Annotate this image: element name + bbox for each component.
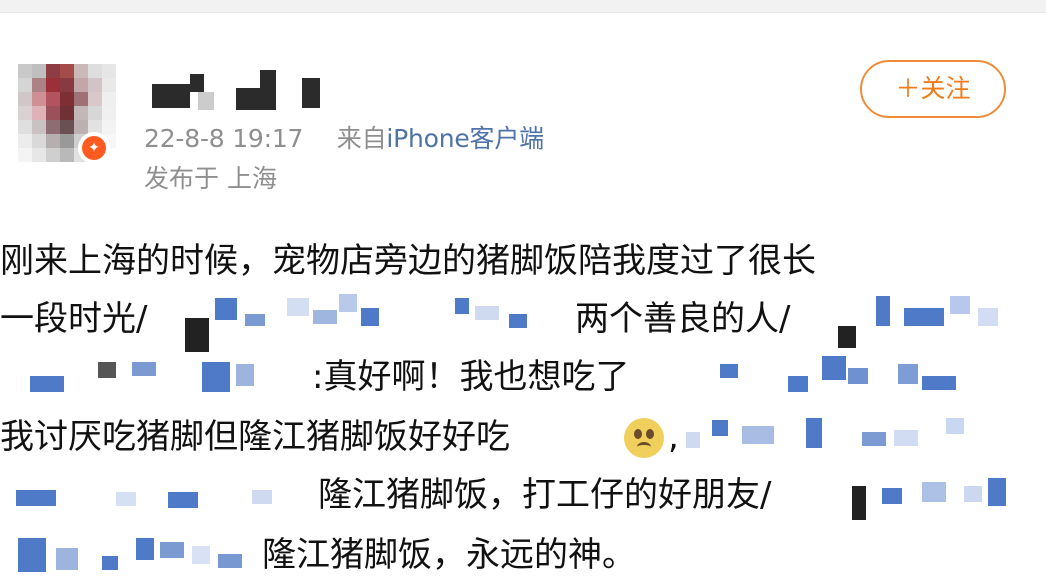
redacted-mention-2 (838, 290, 1008, 348)
post-content: 刚来上海的时候，宠物店旁边的猪脚饭陪我度过了很长 一段时光/ 两个善良的人/:… (0, 222, 1046, 575)
post-meta: 22-8-8 19:17 来自iPhone客户端 (144, 122, 544, 156)
redacted-mention-3 (0, 348, 305, 406)
pleading-face-icon (624, 418, 664, 458)
weibo-post: ✦ 22-8-8 19:17 来自iPhone客户端 发布于 上海 ＋关注 刚来… (0, 12, 1046, 575)
redacted-mention-4 (700, 348, 1000, 406)
redacted-mention-1 (185, 290, 565, 352)
post-timestamp: 22-8-8 19:17 (144, 124, 304, 153)
redacted-mention-8 (0, 526, 262, 584)
content-line-3: :真好啊！我也想吃了 (312, 357, 630, 397)
redacted-mention-7 (852, 466, 1012, 524)
content-line-4b: , (668, 417, 679, 457)
content-line-6: 隆江猪脚饭，永远的神。 (262, 535, 636, 575)
post-header: ✦ 22-8-8 19:17 来自iPhone客户端 发布于 上海 ＋关注 (0, 12, 1046, 212)
content-line-4: 我讨厌吃猪脚但隆江猪脚饭好好吃 (0, 417, 510, 457)
source-client-link[interactable]: iPhone客户端 (386, 124, 544, 153)
content-line-2b: 两个善良的人/ (575, 299, 791, 339)
follow-button[interactable]: ＋关注 (860, 60, 1006, 118)
source-prefix: 来自 (336, 124, 387, 153)
verified-badge: ✦ (78, 132, 110, 164)
redacted-mention-5 (686, 408, 1006, 466)
content-line-1: 刚来上海的时候，宠物店旁边的猪脚饭陪我度过了很长 (0, 241, 816, 281)
post-location: 发布于 上海 (144, 164, 277, 193)
content-line-5: 隆江猪脚饭，打工仔的好朋友/ (318, 475, 772, 515)
author-name-redacted[interactable] (146, 70, 336, 122)
verified-badge-icon: ✦ (82, 136, 106, 160)
redacted-mention-6 (0, 466, 300, 524)
content-line-2a: 一段时光/ (0, 299, 148, 339)
